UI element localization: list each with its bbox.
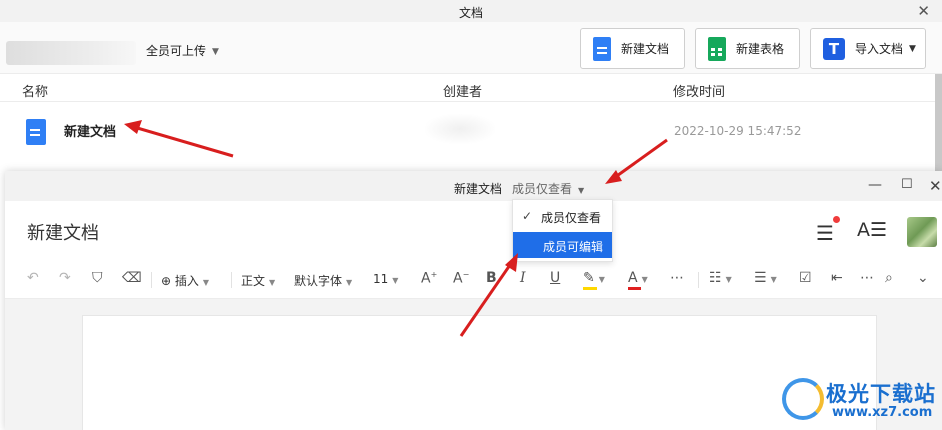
option-label: 成员仅查看 — [541, 211, 602, 225]
watermark-logo-icon — [782, 378, 824, 420]
more-icon[interactable]: ⋯ — [860, 270, 874, 286]
close-icon[interactable]: ✕ — [929, 177, 942, 195]
import-doc-label: 导入文档 — [855, 42, 904, 56]
redo-icon[interactable]: ↷ — [59, 270, 71, 286]
minimize-icon[interactable]: — — [868, 177, 882, 193]
file-window-title: 文档 — [458, 6, 483, 20]
more-icon[interactable]: ⋯ — [670, 270, 684, 286]
font-color-bar — [628, 287, 641, 290]
caret-down-icon: ▼ — [392, 276, 399, 285]
scrollbar[interactable] — [935, 74, 942, 174]
text-format-icon[interactable]: A☰ — [857, 219, 887, 241]
separator — [151, 272, 152, 288]
document-header: 新建文档 ☰ A☰ — [5, 201, 942, 259]
underline-icon[interactable]: U — [550, 270, 560, 286]
caret-down-icon: ▼ — [770, 275, 777, 284]
file-name[interactable]: 新建文档 — [64, 121, 116, 140]
import-doc-button[interactable]: T 导入文档 ▼ — [810, 28, 926, 69]
bullet-list-icon[interactable]: ☷ ▼ — [709, 270, 732, 286]
watermark-name: 极光下载站 — [826, 382, 936, 406]
check-icon: ✓ — [522, 209, 533, 223]
watermark: 极光下载站 www.xz7.com — [782, 376, 942, 428]
eraser-icon[interactable]: ⌫ — [122, 270, 142, 286]
caret-down-icon: ▼ — [578, 186, 585, 195]
upload-permission-label: 全员可上传 — [146, 44, 207, 58]
file-list-header: 名称 创建者 修改时间 — [0, 74, 935, 102]
document-page[interactable] — [82, 315, 877, 430]
permission-menu: ✓ 成员仅查看 成员可编辑 — [512, 199, 613, 262]
highlight-icon[interactable]: ✎ ▼ — [583, 270, 605, 290]
caret-down-icon: ▼ — [725, 275, 732, 284]
caret-down-icon: ▼ — [346, 278, 353, 287]
outdent-icon[interactable]: ⇤ — [831, 270, 843, 286]
menu-icon[interactable]: ☰ — [816, 221, 834, 245]
increase-font-icon[interactable]: A+ — [421, 270, 437, 287]
font-size-select[interactable]: 11 ▼ — [373, 272, 398, 286]
font-family-select[interactable]: 默认字体 ▼ — [294, 272, 352, 289]
separator — [698, 272, 699, 288]
caret-down-icon: ▼ — [598, 275, 605, 284]
chevron-down-icon[interactable]: ⌄ — [917, 270, 929, 286]
highlight-color-bar — [583, 287, 597, 290]
decrease-font-icon[interactable]: A− — [453, 270, 469, 287]
notification-dot — [833, 216, 840, 223]
format-toolbar: ↶ ↷ ⛉ ⌫ ⊕ 插入 ▼ 正文 ▼ 默认字体 ▼ 11 ▼ A+ A− B I U … — [5, 259, 942, 299]
caret-down-icon: ▼ — [269, 278, 276, 287]
new-sheet-button[interactable]: 新建表格 — [695, 28, 800, 69]
doc-icon — [593, 36, 611, 61]
close-icon[interactable]: ✕ — [917, 2, 930, 20]
checkbox-icon[interactable]: ☑ — [799, 270, 812, 286]
caret-down-icon: ▼ — [212, 46, 219, 57]
caret-down-icon: ▼ — [909, 43, 916, 54]
upload-permission-select[interactable]: 全员可上传 ▼ — [146, 42, 219, 59]
editor-window-title: 新建文档 — [454, 182, 503, 196]
undo-icon[interactable]: ↶ — [27, 270, 39, 286]
sheet-icon — [708, 36, 726, 61]
separator — [231, 272, 232, 288]
document-title[interactable]: 新建文档 — [27, 219, 99, 245]
column-header-modified[interactable]: 修改时间 — [673, 81, 725, 100]
avatar[interactable] — [907, 217, 937, 247]
option-members-can-edit[interactable]: 成员可编辑 — [513, 232, 612, 258]
paragraph-style-select[interactable]: 正文 ▼ — [241, 272, 275, 289]
caret-down-icon: ▼ — [641, 275, 648, 284]
file-modified-time: 2022-10-29 15:47:52 — [674, 124, 802, 138]
permission-dropdown[interactable]: 成员仅查看 ▼ — [512, 180, 584, 197]
permission-label: 成员仅查看 — [512, 182, 573, 196]
font-size-label: 11 — [373, 272, 389, 286]
new-sheet-label: 新建表格 — [736, 42, 785, 56]
bold-icon[interactable]: B — [486, 270, 497, 286]
maximize-icon[interactable]: ☐ — [901, 177, 913, 192]
column-header-creator[interactable]: 创建者 — [443, 81, 482, 100]
search-icon[interactable]: ⌕ — [885, 270, 893, 286]
column-header-name[interactable]: 名称 — [22, 81, 48, 100]
format-painter-icon[interactable]: ⛉ — [92, 270, 103, 286]
import-icon: T — [823, 37, 845, 60]
numbered-list-icon[interactable]: ☰ ▼ — [754, 270, 777, 286]
plus-circle-icon: ⊕ — [161, 274, 172, 288]
new-doc-label: 新建文档 — [621, 42, 670, 56]
option-members-view-only[interactable]: ✓ 成员仅查看 — [513, 203, 612, 229]
new-doc-button[interactable]: 新建文档 — [580, 28, 685, 69]
font-family-label: 默认字体 — [294, 274, 343, 288]
insert-menu[interactable]: ⊕ 插入 ▼ — [161, 272, 209, 289]
group-name-blurred — [6, 41, 136, 65]
file-list-row[interactable]: 新建文档 2022-10-29 15:47:52 — [0, 102, 935, 168]
italic-icon[interactable]: I — [520, 270, 526, 286]
doc-icon — [26, 119, 46, 145]
creator-blurred — [425, 114, 495, 144]
file-window-titlebar: 文档 ✕ — [0, 0, 942, 22]
editor-titlebar: 新建文档 成员仅查看 ▼ — ☐ ✕ — [5, 171, 942, 201]
file-toolbar: 全员可上传 ▼ 新建文档 新建表格 T 导入文档 ▼ — [0, 22, 942, 74]
paragraph-style-label: 正文 — [241, 274, 266, 288]
option-label: 成员可编辑 — [543, 240, 604, 254]
watermark-url: www.xz7.com — [832, 405, 933, 420]
caret-down-icon: ▼ — [202, 278, 210, 287]
font-color-icon[interactable]: A ▼ — [628, 270, 648, 290]
insert-label: 插入 — [174, 274, 199, 288]
